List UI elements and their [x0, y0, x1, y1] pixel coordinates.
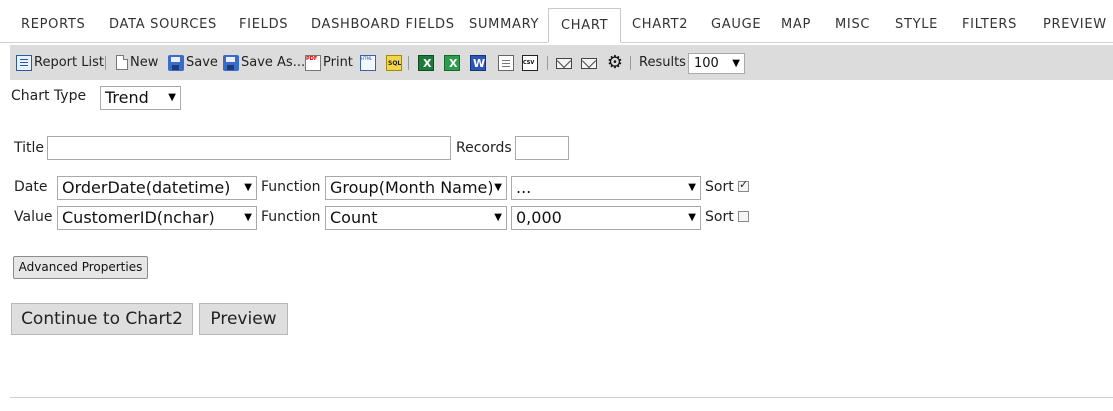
tab-bar: REPORTS DATA SOURCES FIELDS DASHBOARD FI…: [0, 0, 1113, 43]
email-icon: [556, 58, 572, 69]
continue-to-chart2-button[interactable]: Continue to Chart2: [11, 303, 193, 335]
chart-type-select[interactable]: Trend ▼: [100, 86, 181, 110]
tab-reports[interactable]: REPORTS: [21, 8, 86, 42]
chevron-down-icon: ▼: [494, 212, 502, 223]
chevron-down-icon: ▼: [492, 177, 502, 199]
email-alt-button[interactable]: [581, 45, 599, 80]
toolbar-divider: [547, 56, 548, 70]
value-field-value: CustomerID(nchar): [62, 208, 215, 227]
chevron-down-icon: ▼: [732, 58, 740, 69]
tab-summary[interactable]: SUMMARY: [469, 8, 539, 42]
value-field-select[interactable]: CustomerID(nchar) ▼: [57, 206, 257, 230]
word-icon: [470, 54, 486, 71]
pdf-print-icon: [305, 54, 321, 71]
toolbar: Report List New Save Save As... Print: [10, 45, 1113, 80]
advanced-properties-button[interactable]: Advanced Properties: [13, 256, 148, 279]
chevron-down-icon: ▼: [168, 92, 176, 103]
toolbar-divider: [105, 56, 106, 70]
value-sort-label: Sort: [705, 209, 734, 225]
save-button[interactable]: Save: [168, 45, 218, 80]
excel-export-button[interactable]: [418, 45, 436, 80]
toolbar-divider: [408, 56, 409, 70]
report-list-label: Report List: [34, 55, 104, 70]
title-input[interactable]: [47, 136, 451, 160]
new-label: New: [130, 55, 159, 70]
excel-alt-export-button[interactable]: [444, 45, 462, 80]
sql-button[interactable]: [386, 45, 404, 80]
tab-gauge[interactable]: GAUGE: [711, 8, 761, 42]
date-format-select[interactable]: ... ▼: [511, 176, 701, 200]
date-field-select[interactable]: OrderDate(datetime) ▼: [57, 176, 257, 200]
gear-icon: ⚙: [606, 51, 624, 73]
bottom-divider: [10, 397, 1113, 398]
value-format-value: 0,000: [516, 208, 562, 227]
value-function-value: Count: [330, 208, 378, 227]
print-button[interactable]: Print: [305, 45, 353, 80]
email-button[interactable]: [556, 45, 574, 80]
email-alt-icon: [581, 58, 597, 69]
save-as-label: Save As...: [241, 55, 306, 70]
date-function-value: Group(Month Name): [330, 178, 494, 197]
save-disk-icon: [168, 54, 184, 71]
report-list-button[interactable]: Report List: [16, 45, 104, 80]
tab-style[interactable]: STYLE: [895, 8, 938, 42]
tab-dashboard-fields[interactable]: DASHBOARD FIELDS: [311, 8, 455, 42]
results-select[interactable]: 100 ▼: [688, 53, 745, 74]
chevron-down-icon: ▼: [244, 212, 252, 223]
tab-fields[interactable]: FIELDS: [239, 8, 288, 42]
tab-chart[interactable]: CHART: [548, 8, 622, 43]
csv-export-button[interactable]: [522, 45, 540, 80]
date-field-value: OrderDate(datetime): [62, 178, 231, 197]
records-input[interactable]: [515, 136, 569, 160]
chevron-down-icon: ▼: [244, 182, 252, 193]
tab-map[interactable]: MAP: [781, 8, 811, 42]
save-as-disk-icon: [223, 54, 239, 71]
tab-data-sources[interactable]: DATA SOURCES: [109, 8, 217, 42]
value-label: Value: [14, 209, 53, 225]
toolbar-divider: [630, 56, 631, 70]
chart-type-value: Trend: [105, 88, 149, 107]
csv-icon: [522, 54, 538, 71]
excel-alt-icon: [444, 54, 460, 71]
value-sort-checkbox[interactable]: [738, 211, 749, 222]
preview-button[interactable]: Preview: [199, 303, 288, 335]
save-label: Save: [186, 55, 218, 70]
date-label: Date: [14, 179, 48, 195]
tab-filters[interactable]: FILTERS: [962, 8, 1017, 42]
word-export-button[interactable]: [470, 45, 488, 80]
results-value: 100: [694, 56, 719, 71]
sql-icon: [386, 54, 402, 71]
document-export-button[interactable]: [498, 45, 516, 80]
document-icon: [498, 54, 514, 71]
date-format-value: ...: [516, 178, 532, 197]
value-function-select[interactable]: Count ▼: [325, 206, 507, 230]
chevron-down-icon: ▼: [688, 212, 696, 223]
excel-icon: [418, 54, 434, 71]
tab-preview[interactable]: PREVIEW: [1043, 8, 1107, 42]
date-sort-checkbox[interactable]: [738, 178, 749, 192]
date-sort-label: Sort: [705, 179, 734, 195]
chart-type-label: Chart Type: [11, 88, 87, 104]
value-format-select[interactable]: 0,000 ▼: [511, 206, 701, 230]
list-icon: [16, 54, 32, 71]
save-as-button[interactable]: Save As...: [223, 45, 305, 80]
settings-button[interactable]: ⚙: [606, 45, 624, 80]
chevron-down-icon: ▼: [688, 182, 696, 193]
value-function-label: Function: [261, 209, 321, 225]
date-function-select[interactable]: Group(Month Name) ▼: [325, 176, 507, 200]
print-label: Print: [323, 55, 353, 70]
results-label: Results: [639, 55, 686, 70]
html-export-icon: [360, 54, 376, 71]
new-button[interactable]: New: [116, 45, 158, 80]
tab-chart2[interactable]: CHART2: [632, 8, 688, 42]
new-page-icon: [116, 55, 128, 70]
tab-misc[interactable]: MISC: [835, 8, 870, 42]
date-function-label: Function: [261, 179, 321, 195]
title-label: Title: [14, 140, 45, 156]
records-label: Records: [456, 140, 512, 156]
html-export-button[interactable]: [360, 45, 378, 80]
